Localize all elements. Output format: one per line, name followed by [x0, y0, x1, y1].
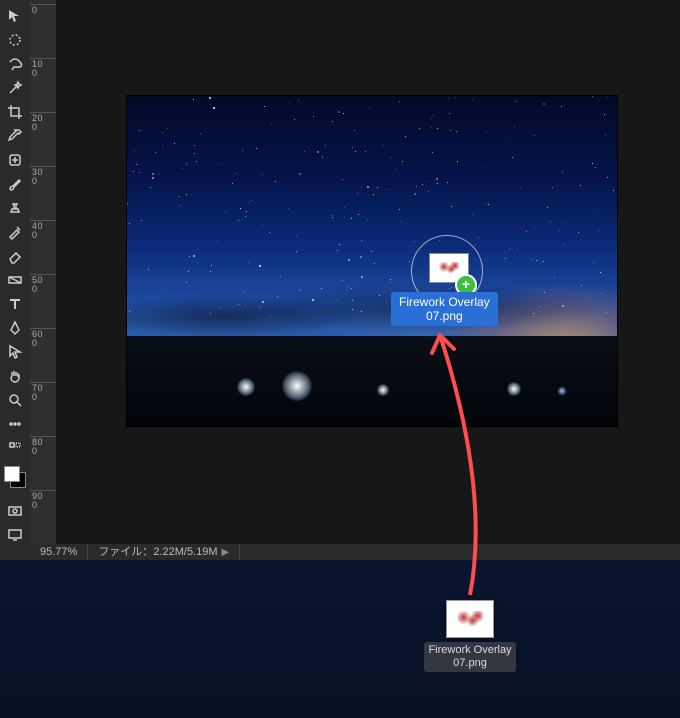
- healing-brush-tool[interactable]: [4, 149, 26, 171]
- zoom-tool[interactable]: [4, 389, 26, 411]
- eyedropper-tool[interactable]: [4, 125, 26, 147]
- lasso-tool[interactable]: [4, 53, 26, 75]
- dragged-file-name-1: Firework Overlay: [399, 295, 490, 309]
- screen-mode-toggle[interactable]: [4, 524, 26, 546]
- brush-tool[interactable]: [4, 173, 26, 195]
- file-thumbnail: [446, 600, 494, 638]
- marquee-tool[interactable]: [4, 29, 26, 51]
- hand-tool[interactable]: [4, 365, 26, 387]
- quick-mask-toggle[interactable]: [4, 500, 26, 522]
- dragged-file-label: Firework Overlay 07.png: [391, 292, 498, 326]
- status-bar: 95.77% ファイル：2.22M/5.19M▶: [0, 544, 680, 560]
- move-tool[interactable]: [4, 5, 26, 27]
- magic-wand-tool[interactable]: [4, 77, 26, 99]
- photoshop-window: 01 0 02 0 03 0 04 0 05 0 06 0 07 0 08 0 …: [0, 0, 680, 560]
- eraser-tool[interactable]: [4, 245, 26, 267]
- clone-stamp-tool[interactable]: [4, 197, 26, 219]
- type-tool[interactable]: [4, 293, 26, 315]
- dragged-file-name-2: 07.png: [426, 309, 463, 323]
- tool-panel: [0, 0, 30, 564]
- gradient-tool[interactable]: [4, 269, 26, 291]
- document-canvas[interactable]: [126, 95, 618, 427]
- vertical-ruler: 01 0 02 0 03 0 04 0 05 0 06 0 07 0 08 0 …: [30, 0, 56, 544]
- more-tools[interactable]: [4, 413, 26, 435]
- desktop-file[interactable]: Firework Overlay 07.png: [415, 600, 525, 672]
- path-selection-tool[interactable]: [4, 341, 26, 363]
- desktop[interactable]: Firework Overlay 07.png: [0, 560, 680, 718]
- file-name-label: Firework Overlay 07.png: [424, 642, 515, 672]
- document-info[interactable]: ファイル：2.22M/5.19M▶: [88, 544, 240, 561]
- pen-tool[interactable]: [4, 317, 26, 339]
- color-swatches[interactable]: [4, 466, 26, 488]
- crop-tool[interactable]: [4, 101, 26, 123]
- zoom-level[interactable]: 95.77%: [30, 544, 88, 560]
- history-brush-tool[interactable]: [4, 221, 26, 243]
- edit-toolbar[interactable]: [4, 437, 26, 459]
- foreground-color-swatch[interactable]: [4, 466, 20, 482]
- chevron-right-icon: ▶: [218, 547, 230, 558]
- canvas-area[interactable]: + Firework Overlay 07.png: [56, 0, 680, 544]
